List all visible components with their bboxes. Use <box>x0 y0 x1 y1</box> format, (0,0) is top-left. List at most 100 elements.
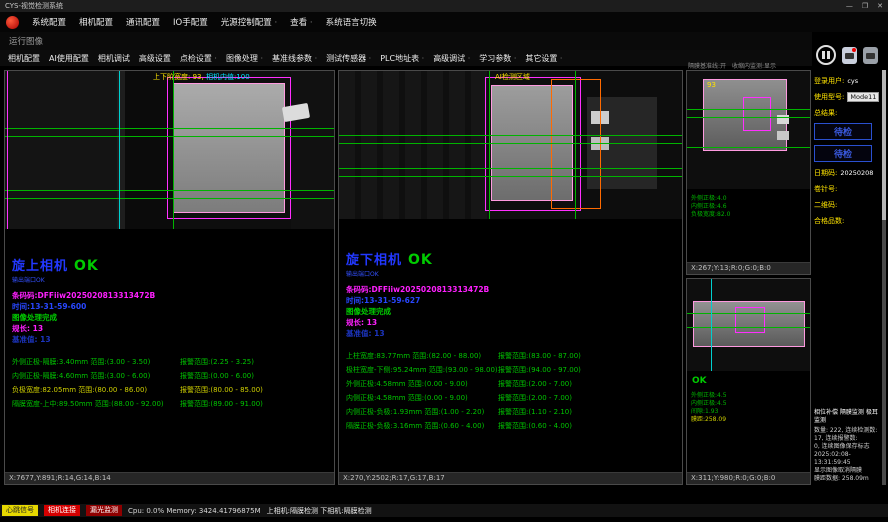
menu-comm-config[interactable]: 通讯配置 <box>126 16 160 28</box>
title-bar: CYS-视觉检测系统 — ❐ ✕ <box>0 0 888 12</box>
tool-ai-config[interactable]: AI使用配置 <box>49 53 89 64</box>
maximize-button[interactable]: ❐ <box>862 2 868 10</box>
ok-status: OK <box>687 371 810 386</box>
pixel-coordinate-readout: X:7677,Y:891;R:14,G:14,B:14 <box>5 472 334 484</box>
roi-rect <box>743 97 771 131</box>
result-box-lower: 待检 <box>814 145 872 162</box>
measurement-row: 隔膜宽度-上中:89.50mm 范围:(88.00 - 92.00)报警范围:(… <box>12 397 334 411</box>
menu-view[interactable]: 查看 <box>290 16 312 28</box>
ok-status: OK <box>408 252 433 268</box>
record-badge-icon <box>852 48 856 52</box>
qr-code-label: 二维码: <box>814 200 880 210</box>
close-button[interactable]: ✕ <box>877 2 883 10</box>
guide-line-v <box>575 71 576 219</box>
login-user-value: cys <box>847 77 858 85</box>
measurement-row: 外侧正极-隔膜:3.40mm 范围:(3.00 - 3.50)报警范围:(2.2… <box>12 355 334 369</box>
part-surface <box>173 83 285 213</box>
tool-camera-config[interactable]: 相机配置 <box>8 53 40 64</box>
tool-sensor-test[interactable]: 测试传感器 <box>326 53 371 64</box>
vertical-scrollbar[interactable] <box>882 70 886 485</box>
camera-view-upper[interactable]: 上下阶宽度: 93, 相机内值:100 旋上相机OK 输出端口OK 条码码:DF… <box>4 70 335 485</box>
guide-line-v <box>489 71 490 219</box>
date-code-value: 20250208 <box>840 169 873 177</box>
menu-camera-config[interactable]: 相机配置 <box>79 16 113 28</box>
measurement-table: 上柱宽度:83.77mm 范围:(82.00 - 88.00)报警范围:(83.… <box>346 349 682 433</box>
menu-language-switch[interactable]: 系统语言切换 <box>326 16 377 28</box>
guide-line-h <box>5 198 334 199</box>
date-code-label: 日期码: <box>814 168 837 178</box>
measurement-overlay-text: 上下阶宽度: 93, 相机内值:100 <box>153 72 250 82</box>
tool-baseline-params[interactable]: 基准线参数 <box>272 53 317 64</box>
pixel-coordinate-readout: X:311;Y:980;R:0;G:0;B:0 <box>687 472 810 484</box>
statistics-header: 相位补偿 隔膜监测 极耳监测 <box>814 409 880 425</box>
model-label: 使用型号: <box>814 92 844 102</box>
menu-io-config[interactable]: IO手配置 <box>173 16 208 28</box>
bright-spot <box>777 131 789 140</box>
guide-line-h <box>687 147 810 148</box>
camera-image-aux-1[interactable]: 93 <box>687 71 810 189</box>
pixel-coordinate-readout: X:270,Y:2502;R:17,G:17,B:17 <box>339 472 682 484</box>
tool-camera-debug[interactable]: 相机调试 <box>98 53 130 64</box>
process-done-text: 图像处理完成 <box>346 306 682 317</box>
app-logo-icon <box>6 16 19 29</box>
measurement-overlay-text: 93 <box>707 81 716 89</box>
tab-run-image[interactable]: 运行图像 <box>9 35 43 47</box>
camera-result-title: 旋下相机OK <box>346 249 682 268</box>
length-text: 规长: 13 <box>346 317 682 328</box>
minimize-button[interactable]: — <box>846 2 853 10</box>
tool-other-settings[interactable]: 其它设置 <box>525 53 562 64</box>
snapshot-button[interactable] <box>842 47 857 64</box>
guide-line-h <box>339 168 682 169</box>
menu-light-config[interactable]: 光源控制配置 <box>221 16 277 28</box>
machine-region <box>339 71 489 219</box>
camera-image-upper[interactable]: 上下阶宽度: 93, 相机内值:100 <box>5 71 334 229</box>
tool-advanced-debug[interactable]: 高级调试 <box>433 53 470 64</box>
pause-icon <box>822 51 825 59</box>
window-controls: — ❐ ✕ <box>846 2 883 10</box>
machine-region <box>5 71 117 229</box>
guide-line-v <box>7 71 8 229</box>
status-bar: 心跳信号 相机连接 漏光监测 Cpu: 0.0% Memory: 3424.41… <box>0 504 888 517</box>
camera-image-lower[interactable]: AI检测区域 <box>339 71 682 219</box>
tool-learn-params[interactable]: 学习参数 <box>479 53 516 64</box>
tool-spot-check[interactable]: 点检设置 <box>180 53 217 64</box>
camera-status-text: 上相机:隔膜检测 下相机:隔膜检测 <box>267 506 372 516</box>
spec-text: 基准值: 13 <box>12 334 334 345</box>
cpu-memory-readout: Cpu: 0.0% Memory: 3424.41796875M <box>128 507 261 515</box>
measurement-row: 负极宽度:82.05mm 范围:(80.00 - 86.00)报警范围:(80.… <box>12 383 334 397</box>
guide-line-v <box>119 71 120 229</box>
process-done-text: 图像处理完成 <box>12 312 334 323</box>
measurement-row: 内侧正极-负极:1.93mm 范围:(1.00 - 2.20)报警范围:(1.1… <box>346 405 682 419</box>
guide-line-h <box>687 313 810 314</box>
camera-view-lower[interactable]: AI检测区域 旋下相机OK 输出端口OK 条码码:DFFiiw202502081… <box>338 70 683 485</box>
pause-button[interactable] <box>816 45 836 65</box>
length-text: 规长: 13 <box>12 323 334 334</box>
camera-connection-indicator: 相机连接 <box>44 505 80 516</box>
measurement-row: 极柱宽度-下侧:95.24mm 范围:(93.00 - 98.00)报警范围:(… <box>346 363 682 377</box>
guide-line-v <box>173 71 174 229</box>
guide-line-h <box>687 327 810 328</box>
guide-line-h <box>687 109 810 110</box>
camera-view-aux-2[interactable]: OK 外侧正极:4.5 内侧正极:4.5 间隙:1.93 膜距:258.09 X… <box>686 278 811 485</box>
tool-advanced-settings[interactable]: 高级设置 <box>139 53 171 64</box>
menu-system-config[interactable]: 系统配置 <box>32 16 66 28</box>
scrollbar-thumb[interactable] <box>882 70 886 220</box>
camera-image-aux-2[interactable] <box>687 279 810 371</box>
model-select[interactable]: Mode11 <box>847 92 879 102</box>
measurement-row: 内侧正极-隔膜:4.60mm 范围:(3.00 - 6.00)报警范围:(0.0… <box>12 369 334 383</box>
tool-plc-table[interactable]: PLC地址表 <box>380 53 424 64</box>
light-leak-indicator: 漏光监测 <box>86 505 122 516</box>
guide-line-v <box>711 279 712 371</box>
machine-region <box>125 71 173 229</box>
capture-button[interactable] <box>863 47 878 64</box>
result-box-upper: 待检 <box>814 123 872 140</box>
pass-count-label: 合格品数: <box>814 216 880 226</box>
monitor-note: 隔膜基准线:开 收缩内监测:显示 <box>688 61 812 70</box>
guide-line-h <box>339 143 682 144</box>
login-user-label: 登录用户: <box>814 76 844 86</box>
quick-action-buttons <box>816 42 886 68</box>
camera-view-aux-1[interactable]: 93 外侧正极:4.0 内侧正极:4.6 负极宽度:82.0 X:267;Y:1… <box>686 70 811 275</box>
tool-image-process[interactable]: 图像处理 <box>226 53 263 64</box>
window-title: CYS-视觉检测系统 <box>5 1 63 11</box>
timestamp-text: 时间:13-31-59-627 <box>346 295 682 306</box>
